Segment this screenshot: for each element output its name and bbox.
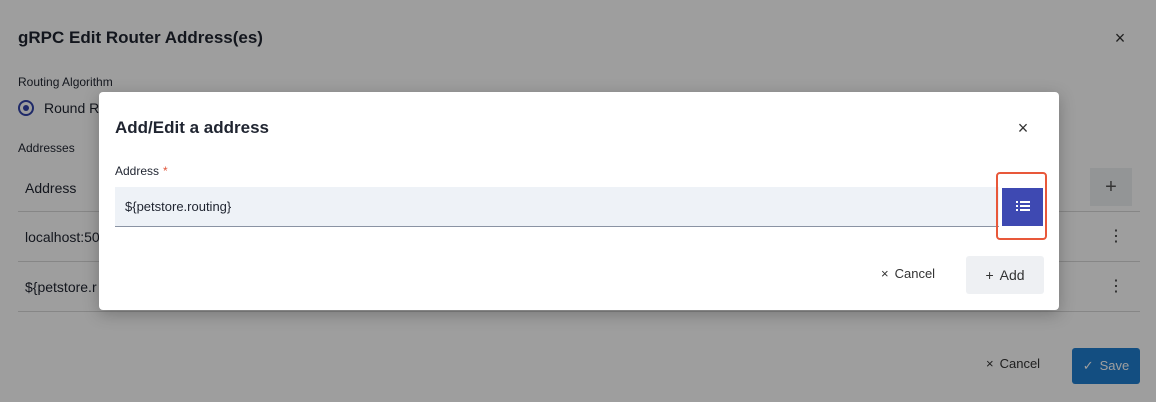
cancel-button[interactable]: × Cancel	[881, 266, 935, 281]
required-mark: *	[163, 164, 168, 178]
address-input-value: ${petstore.routing}	[125, 199, 232, 214]
address-label-text: Address	[115, 164, 160, 178]
address-input[interactable]: ${petstore.routing}	[115, 187, 999, 227]
address-field-label: Address *	[115, 164, 168, 178]
dialog-title: Add/Edit a address	[115, 118, 269, 137]
highlight-box	[996, 172, 1047, 240]
plus-icon: +	[985, 267, 994, 283]
add-edit-address-dialog: Add/Edit a address × Address * ${petstore…	[99, 92, 1059, 310]
add-label: Add	[999, 267, 1025, 283]
add-button[interactable]: + Add	[966, 256, 1044, 294]
close-icon: ×	[881, 266, 889, 281]
cancel-label: Cancel	[894, 266, 936, 281]
close-icon[interactable]: ×	[1013, 118, 1033, 138]
